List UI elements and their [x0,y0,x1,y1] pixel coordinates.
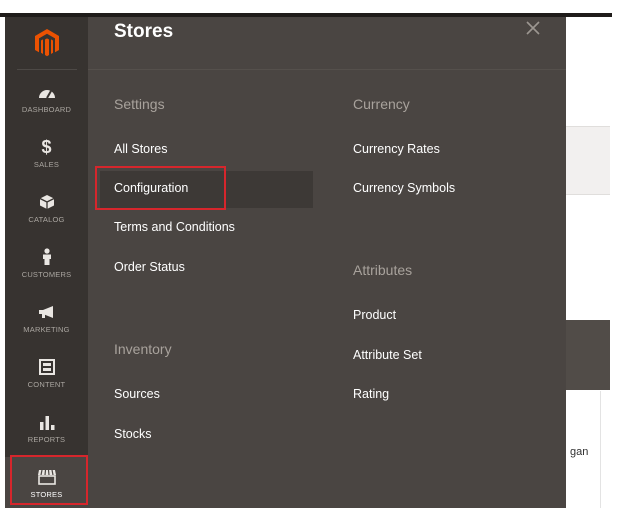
person-icon [41,247,53,267]
sidebar-item-label: CUSTOMERS [21,270,72,279]
sidebar-item-dashboard[interactable]: DASHBOARD [5,74,88,122]
menu-item-order-status[interactable]: Order Status [114,260,185,274]
background-cell-text: gan [570,446,589,458]
bar-chart-icon [39,412,55,432]
sidebar-item-reports[interactable]: REPORTS [5,404,88,452]
close-icon[interactable] [522,17,544,39]
sidebar-item-sales[interactable]: $ SALES [5,129,88,177]
inventory-group-title: Inventory [114,341,172,357]
sidebar-item-label: DASHBOARD [21,105,72,114]
magento-logo[interactable] [5,17,88,69]
attributes-group-title: Attributes [353,262,413,278]
cube-icon [39,192,55,212]
background-divider [566,194,610,195]
background-table-header [566,320,610,390]
menu-item-product[interactable]: Product [353,308,396,322]
sidebar-item-label: CONTENT [27,380,66,389]
menu-item-sources[interactable]: Sources [114,387,160,401]
megaphone-icon [38,302,56,322]
menu-item-terms-and-conditions[interactable]: Terms and Conditions [114,220,235,234]
menu-item-currency-rates[interactable]: Currency Rates [353,142,440,156]
sidebar-item-content[interactable]: CONTENT [5,349,88,397]
stores-menu-panel: Stores Settings All Stores Configuration… [88,17,566,508]
menu-item-rating[interactable]: Rating [353,387,389,401]
sidebar-item-customers[interactable]: CUSTOMERS [5,239,88,287]
layout-icon [38,357,55,377]
stores-highlight-box [10,455,88,505]
menu-item-all-stores[interactable]: All Stores [114,142,168,156]
sidebar-item-label: REPORTS [27,435,66,444]
menu-item-attribute-set[interactable]: Attribute Set [353,348,422,362]
menu-item-currency-symbols[interactable]: Currency Symbols [353,181,455,195]
sidebar-item-label: CATALOG [28,215,65,224]
menu-item-stocks[interactable]: Stocks [114,427,152,441]
dollar-icon: $ [41,136,52,157]
background-divider [566,126,610,127]
dashboard-icon [38,82,56,102]
panel-title-divider [88,69,566,70]
magento-logo-icon [34,29,59,57]
settings-group-title: Settings [114,96,165,112]
sidebar-item-marketing[interactable]: MARKETING [5,294,88,342]
currency-group-title: Currency [353,96,410,112]
background-panel [566,126,610,194]
configuration-highlight-box [95,166,226,210]
panel-title: Stores [114,21,174,42]
background-page [566,17,612,508]
sidebar-item-catalog[interactable]: CATALOG [5,184,88,232]
sidebar-item-label: SALES [33,160,60,169]
sidebar-item-label: MARKETING [23,325,70,334]
sidebar-divider [17,69,77,70]
admin-sidebar: DASHBOARD $ SALES CATALOG CUSTOMERS MARK… [5,17,88,508]
background-column-line [600,391,601,508]
